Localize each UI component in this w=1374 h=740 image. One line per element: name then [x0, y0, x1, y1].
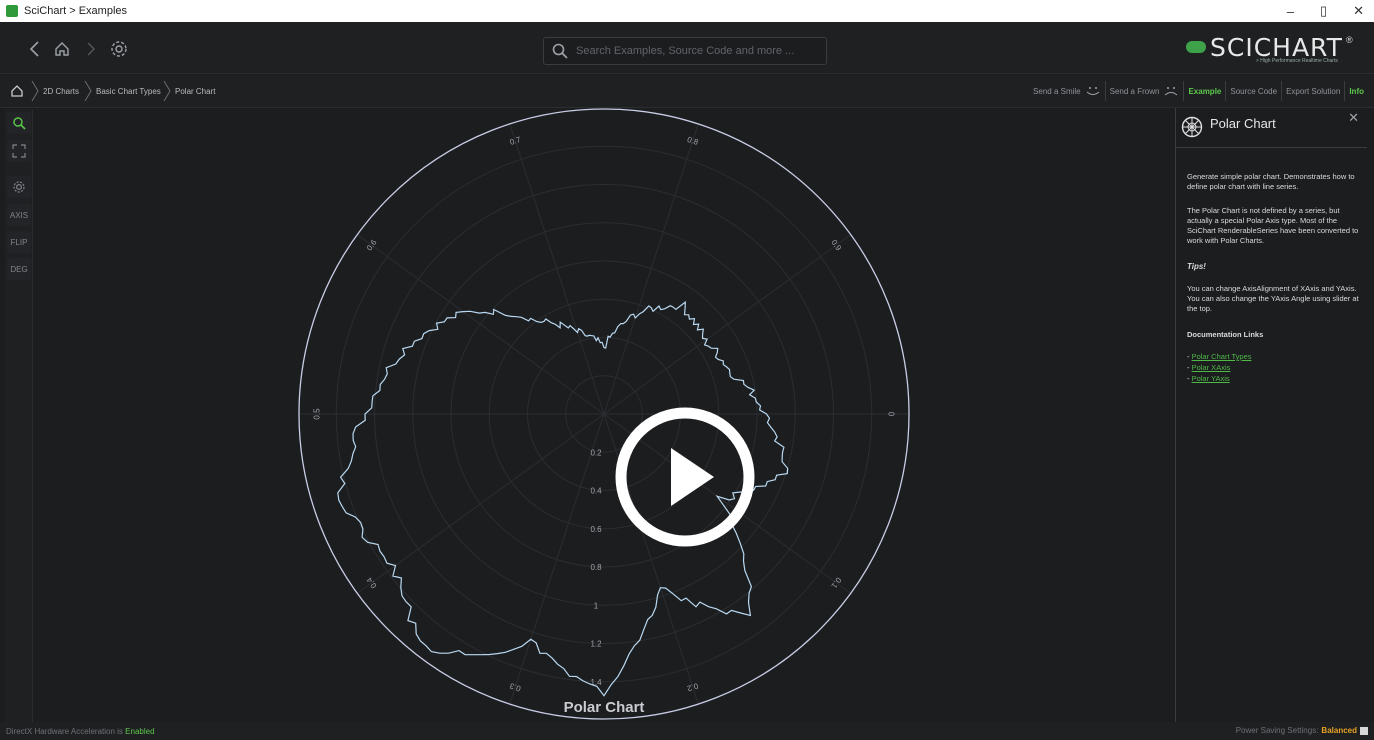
status-bar: DirectX Hardware Acceleration is Enabled… — [0, 722, 1374, 740]
angular-tick-label: 0.8 — [686, 135, 700, 147]
power-saving-setting[interactable]: Power Saving Settings: Balanced — [1236, 726, 1368, 735]
doc-link-item: - Polar Chart Types — [1187, 352, 1252, 361]
scichart-examples-window: SciChart > Examples – ▯ ✕ Search Example… — [0, 0, 1374, 740]
angular-tick-label: 0.6 — [365, 238, 379, 253]
chart-title: Polar Chart — [564, 699, 645, 716]
polar-chart-icon — [1181, 116, 1203, 138]
settings-gear-icon[interactable] — [106, 36, 132, 62]
breadcrumb-separator-icon — [31, 80, 39, 102]
video-play-icon[interactable] — [614, 406, 756, 548]
radial-tick-label: 0.8 — [590, 563, 602, 572]
title-bar: SciChart > Examples – ▯ ✕ — [0, 0, 1374, 22]
radial-tick-label: 0.2 — [590, 448, 602, 457]
directx-status-label: DirectX Hardware Acceleration is — [6, 727, 123, 736]
flip-toggle-button[interactable]: FLIP — [7, 231, 31, 253]
tab-example[interactable]: Example — [1183, 81, 1225, 101]
panel-paragraph-2: The Polar Chart is not defined by a seri… — [1187, 206, 1359, 245]
logo-reg: ® — [1346, 35, 1353, 45]
breadcrumb-2d-charts[interactable]: 2D Charts — [43, 87, 79, 96]
angular-tick-label: 0.4 — [364, 575, 378, 590]
breadcrumb-bar: 2D Charts Basic Chart Types Polar Chart … — [0, 75, 1374, 108]
breadcrumb-separator-icon — [163, 80, 171, 102]
doc-link-item: - Polar XAxis — [1187, 363, 1231, 372]
panel-close-icon[interactable]: ✕ — [1348, 111, 1359, 124]
breadcrumb-home-icon[interactable] — [10, 84, 24, 98]
angular-gridline — [603, 122, 700, 415]
panel-header: Polar Chart ✕ — [1176, 108, 1367, 148]
window-title: SciChart > Examples — [24, 5, 128, 17]
logo-tagline: > High Performance Realtime Charts — [1256, 58, 1338, 64]
tips-heading: Tips! — [1187, 262, 1206, 271]
polar-chart-svg[interactable]: 0 0.1 0.2 0.3 0.4 0.5 0.6 0.7 0.8 0.9 0.2 0.4 0.6 0.8… — [34, 108, 1174, 722]
zoom-tool-icon[interactable] — [7, 112, 31, 134]
search-icon — [552, 43, 568, 59]
radial-tick-label: 1.2 — [590, 640, 602, 649]
polar-chart-surface[interactable]: 0 0.1 0.2 0.3 0.4 0.5 0.6 0.7 0.8 0.9 0.2 0.4 0.6 0.8… — [34, 108, 1174, 722]
forward-icon[interactable] — [78, 36, 104, 62]
power-saving-label: Power Saving Settings: — [1235, 726, 1319, 735]
angular-gridline — [356, 233, 605, 415]
example-info-panel: Polar Chart ✕ Generate simple polar char… — [1175, 108, 1367, 722]
panel-description: Generate simple polar chart. Demonstrate… — [1187, 172, 1355, 191]
send-frown-link[interactable]: Send a Frown — [1104, 81, 1184, 101]
breadcrumb-polar-chart[interactable]: Polar Chart — [175, 87, 215, 96]
minimize-button[interactable]: – — [1287, 4, 1294, 19]
send-frown-label: Send a Frown — [1109, 86, 1160, 96]
angular-tick-label: 0.5 — [312, 408, 321, 420]
doc-link-item: - Polar YAxis — [1187, 374, 1230, 383]
axis-toggle-button[interactable]: AXIS — [7, 204, 31, 226]
close-window-button[interactable]: ✕ — [1353, 3, 1364, 19]
doc-link-polar-xaxis[interactable]: Polar XAxis — [1192, 363, 1231, 372]
angular-tick-label: 0.2 — [686, 681, 700, 693]
top-toolbar: Search Examples, Source Code and more ..… — [0, 22, 1374, 74]
radial-tick-label: 0.6 — [590, 525, 602, 534]
smile-icon — [1086, 87, 1099, 95]
back-icon[interactable] — [22, 36, 48, 62]
documentation-heading: Documentation Links — [1187, 330, 1264, 339]
search-input[interactable]: Search Examples, Source Code and more ..… — [543, 37, 827, 65]
app-icon — [6, 5, 18, 17]
frown-icon — [1165, 87, 1178, 96]
send-smile-link[interactable]: Send a Smile — [1029, 81, 1105, 101]
angular-tick-label: 0.7 — [509, 135, 523, 147]
search-placeholder: Search Examples, Source Code and more ..… — [576, 45, 795, 57]
doc-link-polar-yaxis[interactable]: Polar YAxis — [1192, 374, 1230, 383]
chart-settings-icon[interactable] — [7, 176, 31, 198]
breadcrumb-basic-chart-types[interactable]: Basic Chart Types — [96, 87, 161, 96]
send-smile-label: Send a Smile — [1033, 86, 1081, 96]
power-saving-value: Balanced — [1321, 726, 1357, 735]
scichart-logo: SCICHART ® > High Performance Realtime C… — [1186, 33, 1356, 65]
logo-wave-icon — [1186, 41, 1206, 53]
tab-export-solution[interactable]: Export Solution — [1281, 81, 1344, 101]
angular-tick-label: 0.1 — [829, 576, 843, 591]
breadcrumb-separator-icon — [84, 80, 92, 102]
degrees-toggle-button[interactable]: DEG — [7, 258, 31, 280]
angular-gridline — [603, 233, 852, 415]
directx-status: DirectX Hardware Acceleration is Enabled — [6, 727, 155, 736]
chart-tool-strip: AXIS FLIP DEG — [5, 110, 33, 722]
panel-title: Polar Chart — [1210, 116, 1276, 131]
panel-tips-text: You can change AxisAlignment of XAxis an… — [1187, 284, 1359, 313]
angular-gridline — [508, 122, 605, 415]
tab-info[interactable]: Info — [1344, 81, 1368, 101]
angular-gridline — [508, 413, 605, 706]
doc-link-polar-chart-types[interactable]: Polar Chart Types — [1192, 352, 1252, 361]
home-icon[interactable] — [49, 36, 75, 62]
radial-tick-label: 0.4 — [590, 487, 602, 496]
power-saving-checkbox[interactable] — [1360, 726, 1368, 735]
tab-source-code[interactable]: Source Code — [1225, 81, 1281, 101]
maximize-button[interactable]: ▯ — [1320, 3, 1327, 19]
angular-tick-label: 0.3 — [508, 681, 522, 693]
angular-tick-label: 0.9 — [829, 238, 843, 253]
radial-tick-label: 1 — [594, 601, 599, 610]
angular-gridline — [356, 413, 605, 595]
angular-tick-label: 0 — [887, 412, 896, 417]
zoom-extents-icon[interactable] — [7, 140, 31, 162]
directx-status-value: Enabled — [125, 727, 155, 736]
